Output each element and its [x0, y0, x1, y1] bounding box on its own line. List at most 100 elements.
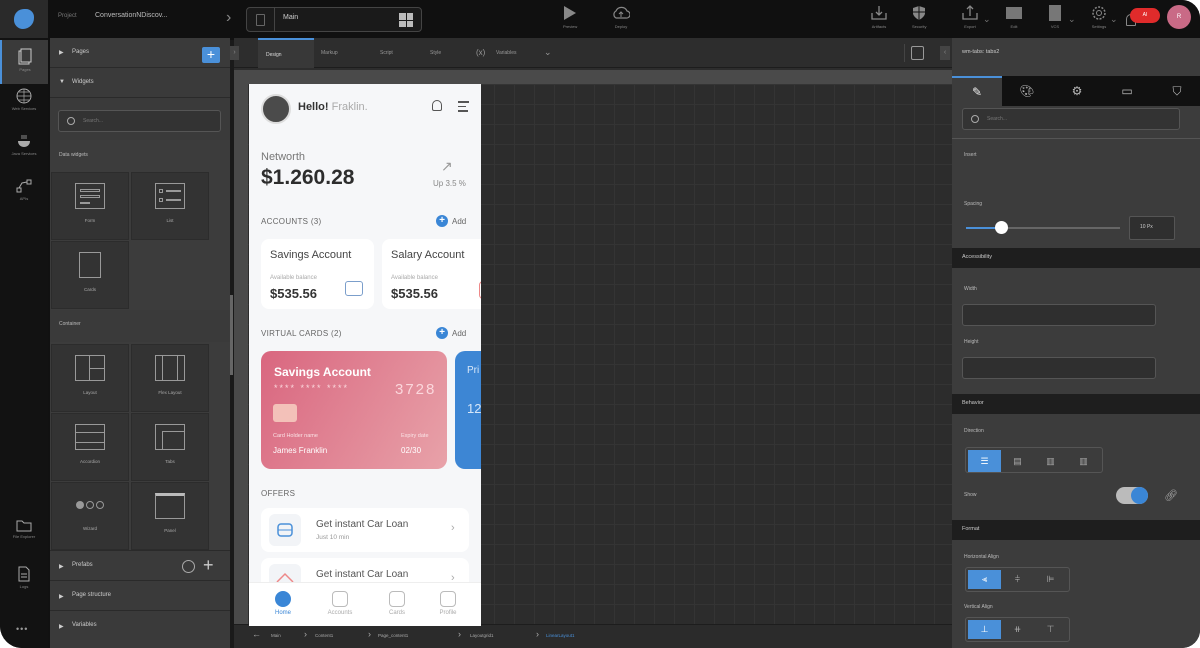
tab-style[interactable]: Style: [430, 38, 441, 68]
page-selector[interactable]: Main: [246, 7, 422, 32]
user-avatar[interactable]: R: [1167, 5, 1191, 29]
align-middle-icon[interactable]: ⧺: [1001, 620, 1034, 639]
profile-avatar[interactable]: [261, 94, 291, 124]
add-prefab-button[interactable]: +: [203, 555, 214, 576]
save-button[interactable]: [904, 44, 924, 62]
settings-caret-icon[interactable]: ⌄: [1110, 14, 1118, 25]
add-page-button[interactable]: +: [202, 47, 220, 63]
rail-item-java-services[interactable]: Java Services: [0, 133, 48, 156]
mobile-preview[interactable]: Hello! Fraklin. Networth $1.260.28 ↗ Up …: [249, 84, 481, 626]
widget-search-input[interactable]: [83, 115, 213, 127]
prefabs-section-header[interactable]: ▶ Prefabs +: [50, 550, 230, 580]
tab-security[interactable]: ⛉: [1152, 76, 1200, 106]
add-card-button[interactable]: + Add: [436, 327, 466, 339]
widget-tile-layout[interactable]: Layout: [51, 344, 129, 412]
spacing-slider[interactable]: [966, 221, 1120, 234]
format-header[interactable]: Format: [952, 520, 1200, 540]
widgets-section-header[interactable]: ▼ Widgets: [50, 68, 230, 98]
more-tabs-chevron-icon[interactable]: ⌄: [544, 38, 552, 68]
deploy-button[interactable]: Deploy: [612, 3, 630, 29]
behavior-header[interactable]: Behavior: [952, 394, 1200, 414]
nav-cards[interactable]: Cards: [368, 591, 426, 616]
widget-tile-list[interactable]: List: [131, 172, 209, 240]
tab-script[interactable]: Script: [380, 38, 393, 68]
project-name[interactable]: ConversationNDiscov...: [95, 12, 168, 19]
align-bottom-icon[interactable]: ⊥: [968, 620, 1001, 639]
vcs-caret-icon[interactable]: ⌄: [1068, 14, 1076, 25]
properties-search[interactable]: [962, 108, 1180, 130]
rail-item-apis[interactable]: APIs: [0, 178, 48, 201]
tab-design[interactable]: Design: [258, 38, 314, 68]
virtual-card-primary[interactable]: Pri 12: [455, 351, 481, 469]
app-logo[interactable]: [0, 0, 48, 38]
align-center-icon[interactable]: ⫩: [1001, 570, 1034, 589]
widget-tile-accordion[interactable]: Accordion: [51, 413, 129, 481]
width-input[interactable]: [962, 304, 1156, 326]
widget-tile-panel[interactable]: Panel: [131, 482, 209, 550]
rail-item-file-explorer[interactable]: File Explorer: [0, 518, 48, 539]
variables-section-header[interactable]: ▶ Variables: [50, 610, 230, 640]
tab-markup[interactable]: Markup: [321, 38, 338, 68]
tab-events[interactable]: ⚙: [1052, 76, 1102, 106]
grid-icon[interactable]: [399, 13, 413, 27]
direction-columns-icon[interactable]: ▥: [1034, 450, 1067, 472]
notification-badge[interactable]: AI: [1130, 8, 1160, 23]
breadcrumb-layoutgrid1[interactable]: Layoutgrid1: [470, 633, 494, 638]
collapse-right-icon[interactable]: ‹: [940, 46, 950, 60]
bell-icon[interactable]: [432, 100, 442, 111]
align-left-icon[interactable]: ⫷: [968, 570, 1001, 589]
breadcrumb-content1[interactable]: Content1: [315, 633, 333, 638]
properties-search-input[interactable]: [987, 113, 1167, 125]
rail-item-pages[interactable]: Pages: [0, 40, 48, 84]
export-caret-icon[interactable]: ⌄: [983, 14, 991, 25]
rail-item-logs[interactable]: Logs: [0, 566, 48, 589]
widget-tile-form[interactable]: Form: [51, 172, 129, 240]
refresh-icon[interactable]: [182, 560, 195, 573]
rail-item-web-services[interactable]: Web Services: [0, 88, 48, 111]
edit-button[interactable]: Edit: [1006, 3, 1022, 29]
direction-horizontal-icon[interactable]: ▤: [1001, 450, 1034, 472]
direction-vertical-icon[interactable]: ☰: [968, 450, 1001, 472]
show-toggle[interactable]: [1116, 487, 1148, 504]
vcs-button[interactable]: VCS: [1049, 3, 1061, 29]
breadcrumb-main[interactable]: Main: [271, 633, 281, 638]
direction-columns-reverse-icon[interactable]: ▥: [1067, 450, 1100, 472]
account-card-salary[interactable]: Salary Account Available balance $535.56…: [382, 239, 481, 309]
settings-button[interactable]: Settings: [1091, 3, 1107, 29]
nav-home[interactable]: Home: [254, 591, 312, 616]
security-button[interactable]: Security: [912, 3, 926, 29]
widget-tile-flex-layout[interactable]: Flex Layout: [131, 344, 209, 412]
tab-styles[interactable]: 🎨︎: [1002, 76, 1052, 106]
more-icon[interactable]: •••: [16, 624, 28, 634]
export-button[interactable]: Export: [961, 3, 979, 29]
tab-variables[interactable]: Variables: [496, 38, 516, 68]
back-arrow-icon[interactable]: ←: [252, 629, 261, 639]
height-input[interactable]: [962, 357, 1156, 379]
accessibility-header[interactable]: Accessibility: [952, 248, 1200, 268]
widget-tile-cards[interactable]: Cards: [51, 241, 129, 309]
widget-tile-wizard[interactable]: Wizard: [51, 482, 129, 550]
breadcrumb-linearlayout1[interactable]: LinearLayout1: [546, 633, 575, 638]
page-structure-section-header[interactable]: ▶ Page structure: [50, 580, 230, 610]
align-top-icon[interactable]: ⊤: [1034, 620, 1067, 639]
account-card-savings[interactable]: Savings Account Available balance $535.5…: [261, 239, 374, 309]
collapse-left-icon[interactable]: ›: [230, 46, 239, 60]
nav-profile[interactable]: Profile: [419, 591, 477, 616]
breadcrumb-page-content1[interactable]: Page_content1: [378, 633, 408, 638]
widget-tile-tabs[interactable]: Tabs: [131, 413, 209, 481]
spacing-input[interactable]: 10 Px: [1129, 216, 1175, 240]
tab-device[interactable]: ▭: [1102, 76, 1152, 106]
virtual-card-savings[interactable]: Savings Account **** **** **** 3728 Card…: [261, 351, 447, 469]
link-icon[interactable]: 🔗︎: [1164, 489, 1178, 502]
add-account-button[interactable]: + Add: [436, 215, 466, 227]
tab-properties[interactable]: ✎: [952, 76, 1002, 106]
widget-search[interactable]: [58, 110, 221, 132]
artifacts-button[interactable]: Artifacts: [870, 3, 888, 29]
offer-item[interactable]: Get instant Car Loan Just 10 min ›: [261, 508, 469, 552]
align-right-icon[interactable]: ⊫: [1034, 570, 1067, 589]
pages-section-header[interactable]: ▶ Pages +: [50, 38, 230, 68]
slider-thumb[interactable]: [995, 221, 1009, 234]
preview-button[interactable]: Preview: [563, 3, 577, 29]
menu-icon[interactable]: [458, 101, 469, 115]
nav-accounts[interactable]: Accounts: [311, 591, 369, 616]
